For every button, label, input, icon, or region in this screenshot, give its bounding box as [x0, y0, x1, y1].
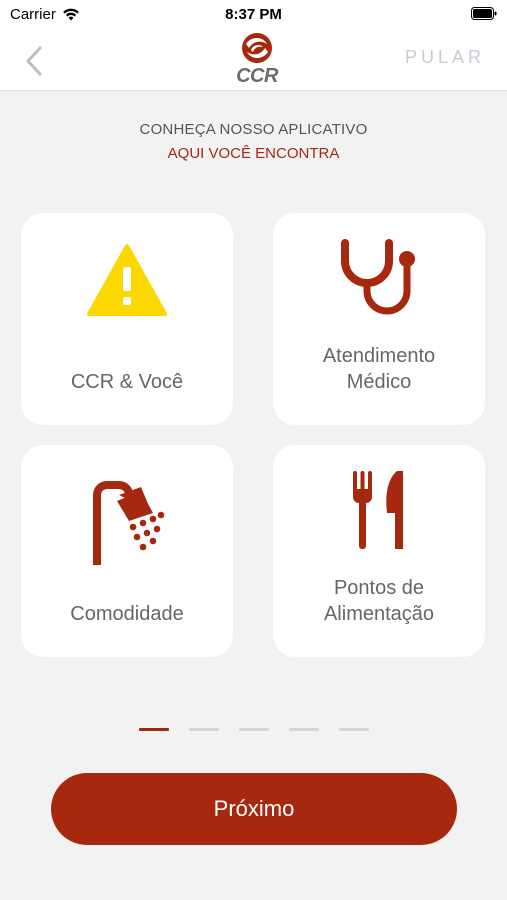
back-chevron-icon[interactable] — [22, 44, 48, 78]
intro-title: CONHEÇA NOSSO APLICATIVO — [139, 121, 368, 138]
next-button[interactable]: Próximo — [51, 773, 457, 845]
page-dot-4[interactable] — [288, 728, 319, 731]
card-label: CCR & Você — [70, 371, 184, 393]
ccr-logo-icon — [242, 33, 272, 63]
card-comodidade[interactable]: Comodidade — [21, 445, 233, 657]
skip-button[interactable]: PULAR — [405, 47, 485, 68]
card-label-line1: Pontos de — [333, 577, 425, 599]
page-dot-1[interactable] — [138, 728, 169, 731]
shower-icon — [93, 481, 165, 565]
stethoscope-icon — [341, 239, 415, 315]
card-ccr-voce[interactable]: CCR & Você — [21, 213, 233, 425]
card-label: Comodidade — [70, 603, 184, 625]
card-label-line1: Atendimento — [322, 345, 436, 367]
page-dot-3[interactable] — [238, 728, 269, 731]
intro-subtitle: AQUI VOCÊ ENCONTRA — [167, 145, 340, 162]
page-indicator — [0, 728, 507, 731]
navigation-bar: CCR PULAR — [0, 28, 507, 91]
card-pontos-alimentacao[interactable]: Pontos de Alimentação — [273, 445, 485, 657]
card-label-line2: Médico — [346, 371, 412, 393]
page-dot-2[interactable] — [188, 728, 219, 731]
logo-text: CCR — [236, 65, 278, 87]
status-bar: Carrier 8:37 PM — [0, 0, 507, 28]
clock: 8:37 PM — [225, 6, 282, 23]
card-atendimento-medico[interactable]: Atendimento Médico — [273, 213, 485, 425]
page-dot-5[interactable] — [338, 728, 369, 731]
fork-knife-icon — [353, 471, 403, 549]
card-label-line2: Alimentação — [323, 603, 435, 625]
warning-icon — [87, 244, 167, 316]
battery-icon — [471, 7, 497, 20]
ccr-logo: CCR — [229, 32, 285, 87]
